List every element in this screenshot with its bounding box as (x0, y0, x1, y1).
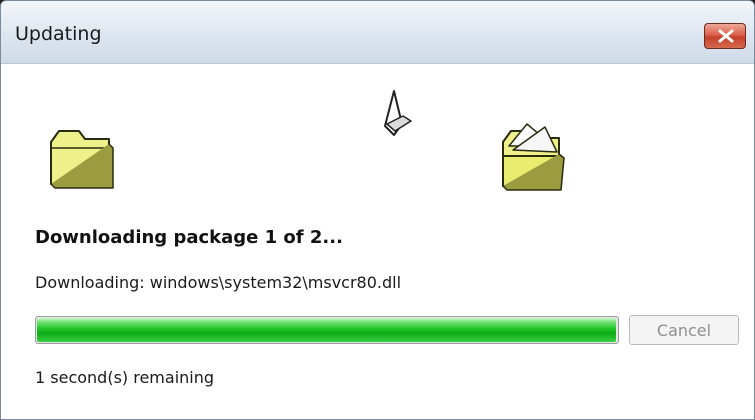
close-button[interactable] (704, 23, 746, 49)
window-title: Updating (15, 23, 102, 45)
folder-icon (50, 130, 114, 189)
time-remaining-label: 1 second(s) remaining (35, 368, 215, 387)
title-bar[interactable]: Updating (1, 1, 754, 64)
open-folder-icon (502, 123, 565, 191)
transfer-animation-graphic (50, 90, 565, 191)
update-dialog: Updating Downloading package 1 of 2... D… (0, 0, 755, 420)
download-progress-fill (37, 318, 616, 342)
file-transfer-animation (1, 64, 754, 194)
download-progress-bar (35, 316, 619, 344)
close-icon (718, 29, 734, 43)
dialog-content: Downloading package 1 of 2... Downloadin… (1, 64, 754, 419)
flying-document-icon (384, 90, 412, 136)
current-file-label: Downloading: windows\system32\msvcr80.dl… (35, 273, 402, 292)
status-heading: Downloading package 1 of 2... (35, 227, 343, 248)
cancel-button[interactable]: Cancel (629, 315, 739, 345)
